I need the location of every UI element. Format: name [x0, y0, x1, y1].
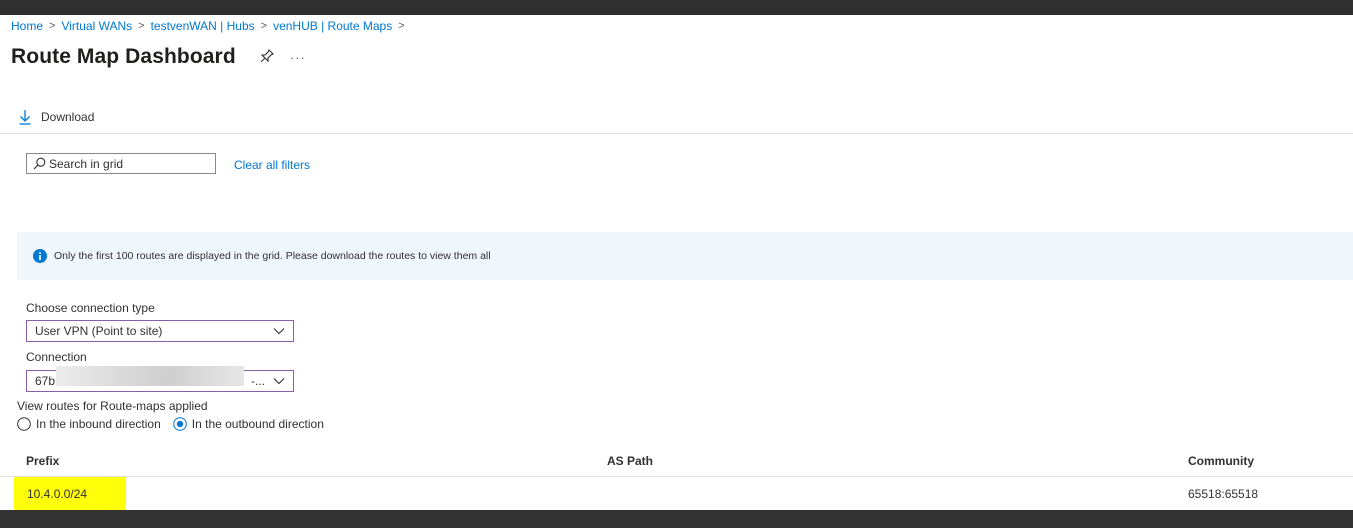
- breadcrumb-route-maps[interactable]: venHUB | Route Maps: [273, 19, 392, 33]
- connection-value-suffix: -...: [251, 374, 265, 388]
- chevron-down-icon: [273, 328, 285, 335]
- page-title: Route Map Dashboard: [11, 45, 236, 68]
- connection-label: Connection: [26, 350, 87, 364]
- connection-type-dropdown[interactable]: User VPN (Point to site): [26, 320, 294, 342]
- radio-inbound[interactable]: In the inbound direction: [17, 417, 161, 431]
- radio-inbound-label: In the inbound direction: [36, 417, 161, 431]
- breadcrumb-hubs[interactable]: testvenWAN | Hubs: [151, 19, 255, 33]
- title-row: Route Map Dashboard ···: [11, 45, 306, 69]
- connection-value-prefix: 67b: [35, 374, 56, 388]
- download-button[interactable]: Download: [18, 109, 94, 125]
- breadcrumb-virtual-wans[interactable]: Virtual WANs: [61, 19, 132, 33]
- routes-table-header: Prefix AS Path Community: [0, 448, 1353, 477]
- download-label: Download: [41, 110, 95, 124]
- chevron-right-icon: >: [49, 20, 56, 32]
- info-icon: [33, 249, 47, 263]
- chevron-right-icon: >: [260, 20, 268, 32]
- search-box[interactable]: [26, 153, 216, 174]
- info-message: Only the first 100 routes are displayed …: [54, 250, 491, 262]
- connection-type-label: Choose connection type: [26, 301, 155, 315]
- pin-icon[interactable]: [260, 48, 274, 66]
- column-header-community[interactable]: Community: [1188, 454, 1254, 468]
- table-row[interactable]: 10.4.0.0/24 65518:65518: [0, 477, 1353, 510]
- breadcrumb: Home > Virtual WANs > testvenWAN | Hubs …: [11, 19, 411, 33]
- info-banner: Only the first 100 routes are displayed …: [17, 232, 1353, 280]
- redacted-connection-name: [56, 366, 244, 386]
- breadcrumb-home[interactable]: Home: [11, 19, 43, 33]
- command-bar: Download: [0, 103, 1353, 134]
- column-header-as-path[interactable]: AS Path: [607, 454, 653, 468]
- column-header-prefix[interactable]: Prefix: [26, 454, 59, 468]
- search-input[interactable]: [49, 156, 199, 171]
- cell-community: 65518:65518: [1188, 487, 1259, 501]
- chevron-right-icon: >: [138, 20, 145, 32]
- direction-label: View routes for Route-maps applied: [17, 399, 208, 413]
- window-bottom-bar: [0, 510, 1353, 528]
- download-icon: [19, 110, 31, 125]
- radio-selected-icon: [172, 417, 187, 431]
- more-options-icon[interactable]: ···: [290, 50, 306, 65]
- chevron-down-icon: [273, 378, 285, 385]
- direction-radio-group: In the inbound direction In the outbound…: [17, 417, 336, 431]
- search-icon: [33, 157, 46, 170]
- clear-all-filters-link[interactable]: Clear all filters: [234, 158, 310, 172]
- route-map-dashboard-blade: Home > Virtual WANs > testvenWAN | Hubs …: [0, 15, 1353, 510]
- radio-outbound[interactable]: In the outbound direction: [172, 417, 324, 431]
- radio-unselected-icon: [17, 417, 31, 431]
- chevron-right-icon: >: [398, 20, 405, 32]
- radio-outbound-label: In the outbound direction: [191, 417, 324, 431]
- window-top-bar: [0, 0, 1353, 15]
- connection-type-value: User VPN (Point to site): [35, 324, 163, 338]
- cell-prefix: 10.4.0.0/24: [27, 487, 88, 501]
